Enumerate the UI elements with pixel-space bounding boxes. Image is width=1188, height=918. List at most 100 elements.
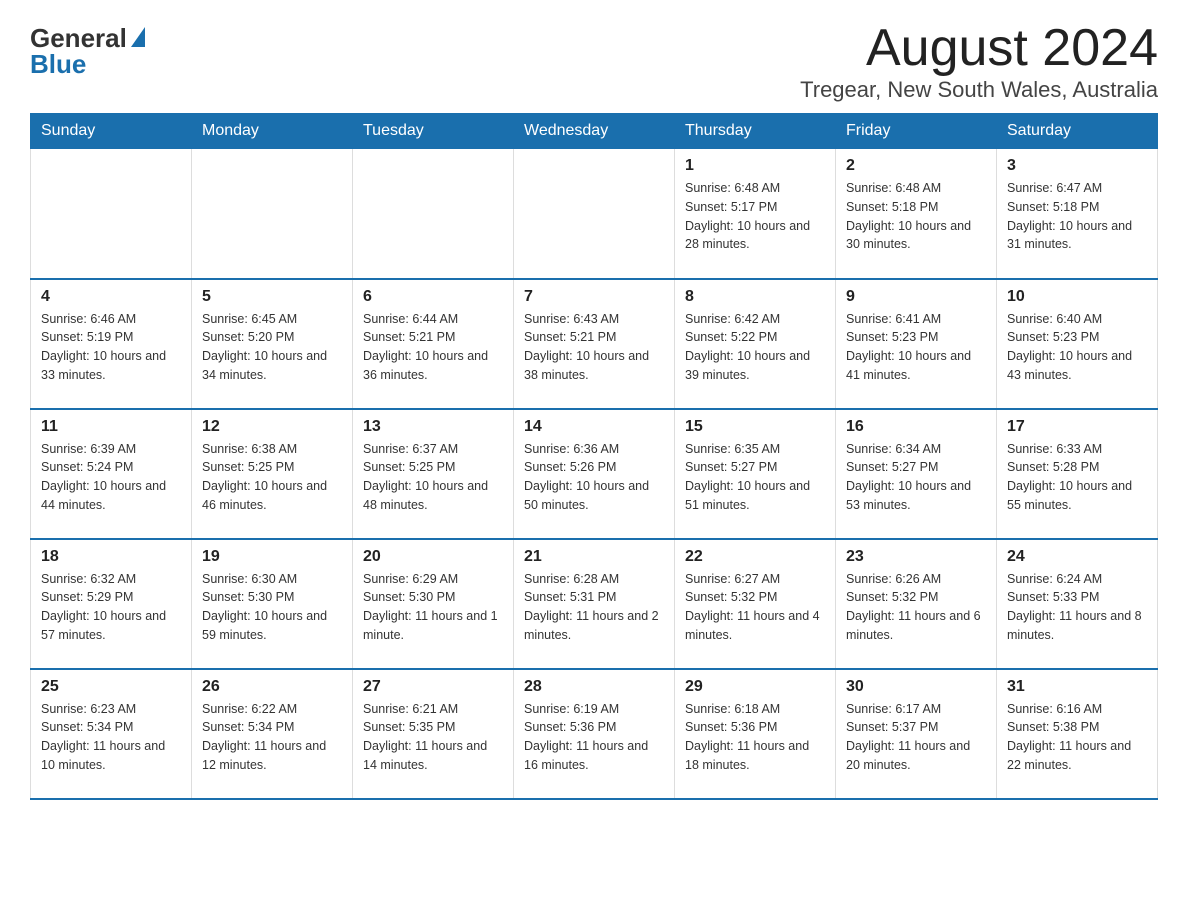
day-info: Sunrise: 6:40 AMSunset: 5:23 PMDaylight:… — [1007, 310, 1147, 385]
header-monday: Monday — [192, 114, 353, 149]
calendar-week-2: 4 Sunrise: 6:46 AMSunset: 5:19 PMDaylight… — [31, 279, 1158, 409]
calendar-week-5: 25 Sunrise: 6:23 AMSunset: 5:34 PMDayligh… — [31, 669, 1158, 799]
day-info: Sunrise: 6:42 AMSunset: 5:22 PMDaylight:… — [685, 310, 825, 385]
day-info: Sunrise: 6:47 AMSunset: 5:18 PMDaylight:… — [1007, 179, 1147, 254]
day-number: 24 — [1007, 548, 1147, 566]
day-number: 31 — [1007, 678, 1147, 696]
calendar-cell: 25 Sunrise: 6:23 AMSunset: 5:34 PMDayligh… — [31, 669, 192, 799]
day-number: 2 — [846, 157, 986, 175]
calendar-cell: 21Sunrise: 6:28 AMSunset: 5:31 PMDayligh… — [514, 539, 675, 669]
day-info: Sunrise: 6:17 AMSunset: 5:37 PMDaylight:… — [846, 700, 986, 775]
calendar-cell: 7 Sunrise: 6:43 AMSunset: 5:21 PMDaylight… — [514, 279, 675, 409]
day-info: Sunrise: 6:43 AMSunset: 5:21 PMDaylight:… — [524, 310, 664, 385]
day-info: Sunrise: 6:24 AMSunset: 5:33 PMDaylight:… — [1007, 570, 1147, 645]
day-number: 18 — [41, 548, 181, 566]
day-number: 6 — [363, 288, 503, 306]
calendar-cell: 24 Sunrise: 6:24 AMSunset: 5:33 PMDayligh… — [997, 539, 1158, 669]
header-tuesday: Tuesday — [353, 114, 514, 149]
calendar-table: Sunday Monday Tuesday Wednesday Thursday… — [30, 113, 1158, 800]
day-info: Sunrise: 6:23 AMSunset: 5:34 PMDaylight:… — [41, 700, 181, 775]
calendar-cell: 4 Sunrise: 6:46 AMSunset: 5:19 PMDaylight… — [31, 279, 192, 409]
day-number: 25 — [41, 678, 181, 696]
calendar-cell: 20 Sunrise: 6:29 AMSunset: 5:30 PMDayligh… — [353, 539, 514, 669]
page-header: General Blue August 2024 Tregear, New So… — [30, 20, 1158, 103]
day-number: 16 — [846, 418, 986, 436]
calendar-cell: 29Sunrise: 6:18 AMSunset: 5:36 PMDayligh… — [675, 669, 836, 799]
day-number: 5 — [202, 288, 342, 306]
day-number: 21 — [524, 548, 664, 566]
day-info: Sunrise: 6:32 AMSunset: 5:29 PMDaylight:… — [41, 570, 181, 645]
logo-blue: Blue — [30, 51, 86, 77]
day-info: Sunrise: 6:41 AMSunset: 5:23 PMDaylight:… — [846, 310, 986, 385]
calendar-week-3: 11Sunrise: 6:39 AMSunset: 5:24 PMDayligh… — [31, 409, 1158, 539]
calendar-week-4: 18 Sunrise: 6:32 AMSunset: 5:29 PMDayligh… — [31, 539, 1158, 669]
day-number: 9 — [846, 288, 986, 306]
day-number: 8 — [685, 288, 825, 306]
calendar-cell: 14 Sunrise: 6:36 AMSunset: 5:26 PMDayligh… — [514, 409, 675, 539]
calendar-cell: 2 Sunrise: 6:48 AMSunset: 5:18 PMDaylight… — [836, 149, 997, 279]
logo-triangle-icon — [131, 27, 145, 47]
day-info: Sunrise: 6:39 AMSunset: 5:24 PMDaylight:… — [41, 440, 181, 515]
logo: General Blue — [30, 20, 145, 77]
day-number: 3 — [1007, 157, 1147, 175]
calendar-header: Sunday Monday Tuesday Wednesday Thursday… — [31, 114, 1158, 149]
calendar-cell: 5 Sunrise: 6:45 AMSunset: 5:20 PMDaylight… — [192, 279, 353, 409]
day-number: 23 — [846, 548, 986, 566]
calendar-cell: 13 Sunrise: 6:37 AMSunset: 5:25 PMDayligh… — [353, 409, 514, 539]
day-number: 15 — [685, 418, 825, 436]
calendar-cell: 26 Sunrise: 6:22 AMSunset: 5:34 PMDayligh… — [192, 669, 353, 799]
calendar-cell: 1Sunrise: 6:48 AMSunset: 5:17 PMDaylight… — [675, 149, 836, 279]
calendar-cell: 19Sunrise: 6:30 AMSunset: 5:30 PMDayligh… — [192, 539, 353, 669]
day-info: Sunrise: 6:16 AMSunset: 5:38 PMDaylight:… — [1007, 700, 1147, 775]
day-number: 4 — [41, 288, 181, 306]
day-info: Sunrise: 6:27 AMSunset: 5:32 PMDaylight:… — [685, 570, 825, 645]
calendar-cell: 10 Sunrise: 6:40 AMSunset: 5:23 PMDayligh… — [997, 279, 1158, 409]
calendar-cell: 27Sunrise: 6:21 AMSunset: 5:35 PMDayligh… — [353, 669, 514, 799]
day-info: Sunrise: 6:37 AMSunset: 5:25 PMDaylight:… — [363, 440, 503, 515]
day-info: Sunrise: 6:36 AMSunset: 5:26 PMDaylight:… — [524, 440, 664, 515]
calendar-cell: 3 Sunrise: 6:47 AMSunset: 5:18 PMDaylight… — [997, 149, 1158, 279]
calendar-cell — [192, 149, 353, 279]
day-number: 19 — [202, 548, 342, 566]
day-number: 20 — [363, 548, 503, 566]
title-block: August 2024 Tregear, New South Wales, Au… — [800, 20, 1158, 103]
day-number: 13 — [363, 418, 503, 436]
calendar-cell — [31, 149, 192, 279]
day-number: 7 — [524, 288, 664, 306]
location-title: Tregear, New South Wales, Australia — [800, 77, 1158, 103]
day-number: 10 — [1007, 288, 1147, 306]
day-info: Sunrise: 6:38 AMSunset: 5:25 PMDaylight:… — [202, 440, 342, 515]
calendar-cell: 22 Sunrise: 6:27 AMSunset: 5:32 PMDayligh… — [675, 539, 836, 669]
calendar-cell: 15 Sunrise: 6:35 AMSunset: 5:27 PMDayligh… — [675, 409, 836, 539]
header-thursday: Thursday — [675, 114, 836, 149]
day-info: Sunrise: 6:22 AMSunset: 5:34 PMDaylight:… — [202, 700, 342, 775]
header-wednesday: Wednesday — [514, 114, 675, 149]
calendar-cell: 8 Sunrise: 6:42 AMSunset: 5:22 PMDaylight… — [675, 279, 836, 409]
calendar-cell: 16Sunrise: 6:34 AMSunset: 5:27 PMDayligh… — [836, 409, 997, 539]
day-number: 1 — [685, 157, 825, 175]
calendar-cell: 28Sunrise: 6:19 AMSunset: 5:36 PMDayligh… — [514, 669, 675, 799]
calendar-cell: 11Sunrise: 6:39 AMSunset: 5:24 PMDayligh… — [31, 409, 192, 539]
calendar-cell — [353, 149, 514, 279]
header-saturday: Saturday — [997, 114, 1158, 149]
header-friday: Friday — [836, 114, 997, 149]
day-number: 26 — [202, 678, 342, 696]
day-info: Sunrise: 6:45 AMSunset: 5:20 PMDaylight:… — [202, 310, 342, 385]
day-number: 17 — [1007, 418, 1147, 436]
day-info: Sunrise: 6:48 AMSunset: 5:18 PMDaylight:… — [846, 179, 986, 254]
calendar-cell: 12 Sunrise: 6:38 AMSunset: 5:25 PMDayligh… — [192, 409, 353, 539]
day-info: Sunrise: 6:44 AMSunset: 5:21 PMDaylight:… — [363, 310, 503, 385]
day-info: Sunrise: 6:35 AMSunset: 5:27 PMDaylight:… — [685, 440, 825, 515]
day-info: Sunrise: 6:18 AMSunset: 5:36 PMDaylight:… — [685, 700, 825, 775]
month-title: August 2024 — [800, 20, 1158, 77]
calendar-cell — [514, 149, 675, 279]
day-info: Sunrise: 6:29 AMSunset: 5:30 PMDaylight:… — [363, 570, 503, 645]
calendar-cell: 23Sunrise: 6:26 AMSunset: 5:32 PMDayligh… — [836, 539, 997, 669]
calendar-week-1: 1Sunrise: 6:48 AMSunset: 5:17 PMDaylight… — [31, 149, 1158, 279]
day-info: Sunrise: 6:46 AMSunset: 5:19 PMDaylight:… — [41, 310, 181, 385]
logo-general: General — [30, 25, 127, 51]
day-number: 12 — [202, 418, 342, 436]
day-number: 14 — [524, 418, 664, 436]
day-number: 22 — [685, 548, 825, 566]
header-row: Sunday Monday Tuesday Wednesday Thursday… — [31, 114, 1158, 149]
